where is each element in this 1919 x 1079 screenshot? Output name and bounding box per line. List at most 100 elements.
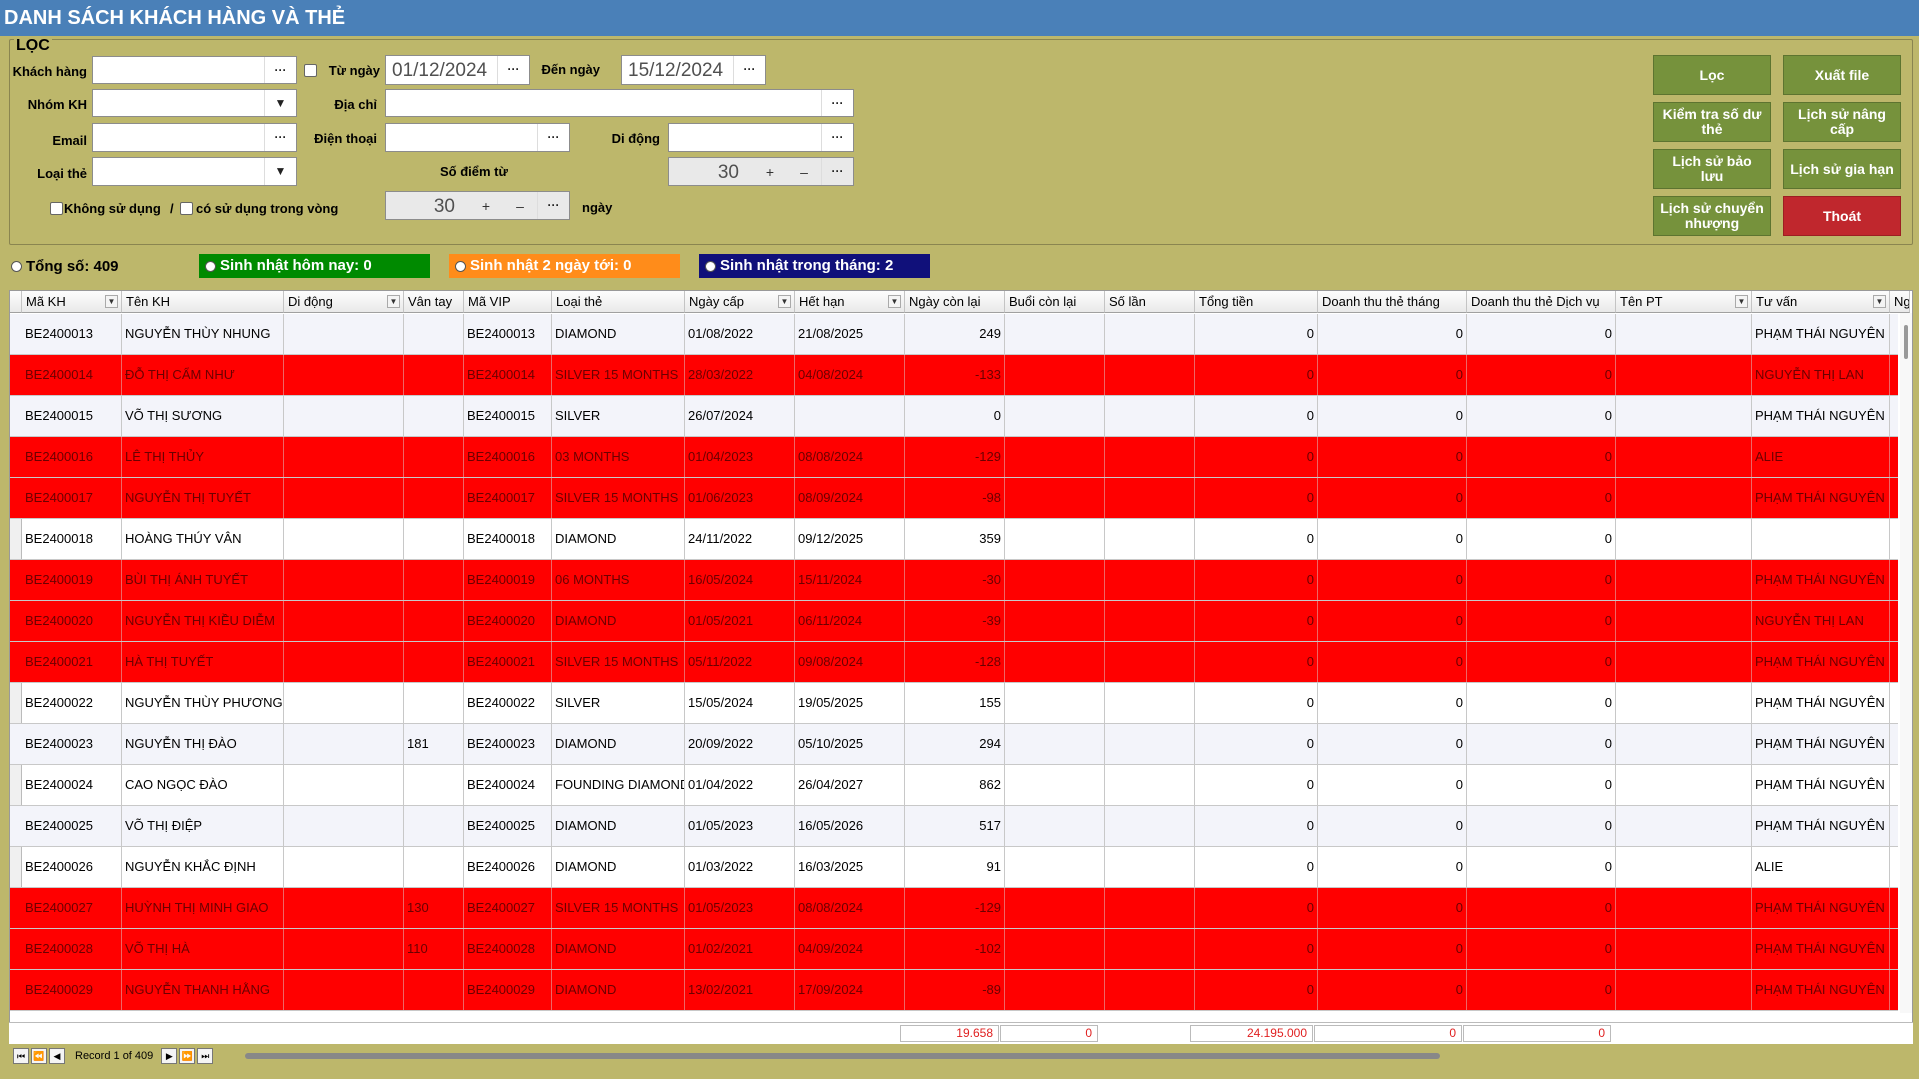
to-date-input[interactable]: 15/12/2024 ··· [621,55,766,85]
table-row[interactable]: BE2400028 VÕ THỊ HÀ 110 BE2400028 DIAMOND 01/… [10,929,1910,970]
vertical-scrollbar[interactable] [1900,313,1912,1013]
check-card-balance-button[interactable]: Kiểm tra số dư thẻ [1653,102,1771,142]
col-ma-kh-header[interactable]: Mã KH ▼ [22,291,122,313]
table-row[interactable]: BE2400019 BÙI THỊ ÁNH TUYẾT BE2400019 06 MO… [10,560,1910,601]
col-ten-kh-header[interactable]: Tên KH [122,291,284,313]
column-filter-icon[interactable]: ▼ [778,295,791,308]
table-row[interactable]: BE2400024 CAO NGỌC ĐÀO BE2400024 FOUNDING D… [10,765,1910,806]
col-dt-the-thang-header[interactable]: Doanh thu thẻ tháng [1318,291,1467,313]
unused-checkbox[interactable] [50,202,63,215]
points-more-button[interactable]: ··· [821,158,853,185]
email-lookup-button[interactable]: ··· [264,124,296,151]
customer-input[interactable]: ··· [92,56,297,84]
date-range-checkbox[interactable] [304,64,317,77]
address-input[interactable]: ··· [385,89,854,117]
col-tong-tien-header[interactable]: Tổng tiền [1195,291,1318,313]
table-row[interactable]: BE2400017 NGUYỄN THỊ TUYẾT BE2400017 SILVER… [10,478,1910,519]
export-file-button[interactable]: Xuất file [1783,55,1901,95]
table-row[interactable]: BE2400020 NGUYỄN THỊ KIỀU DIỄM BE2400020 DI… [10,601,1910,642]
mobile-lookup-button[interactable]: ··· [821,124,853,151]
col-di-dong-header[interactable]: Di động ▼ [284,291,404,313]
days-more-button[interactable]: ··· [537,192,569,219]
table-row[interactable]: BE2400023 NGUYỄN THỊ ĐÀO 181 BE2400023 DIAMO… [10,724,1910,765]
col-ma-vip-header[interactable]: Mã VIP [464,291,552,313]
birthday-2days-badge[interactable]: Sinh nhật 2 ngày tới: 0 [449,254,680,278]
chevron-down-icon[interactable]: ▼ [264,90,296,116]
birthday-today-radio[interactable] [205,260,216,272]
prev-record-button[interactable]: ◀ [49,1048,65,1064]
col-van-tay-header[interactable]: Vân tay [404,291,464,313]
col-ten-kh-cell: VÕ THỊ HÀ [122,929,284,969]
first-record-button[interactable]: ⏮ [13,1048,29,1064]
total-radio[interactable] [11,261,22,272]
used-within-checkbox[interactable] [180,202,193,215]
column-filter-icon[interactable]: ▼ [1873,295,1886,308]
from-date-button[interactable]: ··· [497,56,529,84]
table-row[interactable]: BE2400021 HÀ THỊ TUYẾT BE2400021 SILVER 15 … [10,642,1910,683]
points-spin-input[interactable]: 30 + – ··· [668,157,854,186]
col-buoi-con-lai-header[interactable]: Buổi còn lại [1005,291,1105,313]
customer-lookup-button[interactable]: ··· [264,57,296,83]
table-row[interactable]: BE2400027 HUỲNH THỊ MINH GIAO 130 BE2400027… [10,888,1910,929]
table-row[interactable]: BE2400016 LÊ THỊ THỦY BE2400016 03 MONTHS 01… [10,437,1910,478]
col-ten-pt-header[interactable]: Tên PT ▼ [1616,291,1752,313]
table-row[interactable]: BE2400015 VÕ THỊ SƯƠNG BE2400015 SILVER 26/0… [10,396,1910,437]
mobile-input[interactable]: ··· [668,123,854,152]
column-header-label: Tên PT [1620,294,1663,309]
col-di-dong-cell [284,396,404,436]
col-so-lan-cell [1105,355,1195,395]
column-filter-icon[interactable]: ▼ [1735,295,1748,308]
upgrade-history-button[interactable]: Lịch sử nâng cấp [1783,102,1901,142]
table-row[interactable]: BE2400022 NGUYỄN THÙY PHƯƠNG BE2400022 SILV… [10,683,1910,724]
table-row[interactable]: BE2400013 NGUYỄN THÙY NHUNG BE2400013 DIAMO… [10,314,1910,355]
column-filter-icon[interactable]: ▼ [387,295,400,308]
card-type-select[interactable]: ▼ [92,157,297,186]
birthday-2days-radio[interactable] [455,260,466,272]
chevron-down-icon[interactable]: ▼ [264,158,296,185]
transfer-history-button[interactable]: Lịch sử chuyển nhượng [1653,196,1771,236]
col-ngay-cap-header[interactable]: Ngày cấp ▼ [685,291,795,313]
to-date-button[interactable]: ··· [733,56,765,84]
phone-input[interactable]: ··· [385,123,570,152]
filter-button[interactable]: Lọc [1653,55,1771,95]
table-row[interactable]: BE2400025 VÕ THỊ ĐIỆP BE2400025 DIAMOND 01/0… [10,806,1910,847]
address-lookup-button[interactable]: ··· [821,90,853,116]
next-page-button[interactable]: ⏩ [179,1048,196,1064]
table-row[interactable]: BE2400029 NGUYỄN THANH HẰNG BE2400029 DIAMO… [10,970,1910,1011]
points-plus-button[interactable]: + [753,158,787,185]
last-record-button[interactable]: ⏭ [197,1048,214,1064]
birthday-month-badge[interactable]: Sinh nhật trong tháng: 2 [699,254,930,278]
days-minus-button[interactable]: – [503,192,537,219]
from-date-input[interactable]: 01/12/2024 ··· [385,55,530,85]
exit-button[interactable]: Thoát [1783,196,1901,236]
reserve-history-button[interactable]: Lịch sử bảo lưu [1653,149,1771,189]
horizontal-scroll-thumb[interactable] [245,1053,1440,1059]
days-spin-input[interactable]: 30 + – ··· [385,191,570,220]
birthday-month-radio[interactable] [705,260,716,272]
birthday-today-badge[interactable]: Sinh nhật hôm nay: 0 [199,254,430,278]
extend-history-button[interactable]: Lịch sử gia hạn [1783,149,1901,189]
col-het-han-header[interactable]: Hết hạn ▼ [795,291,905,313]
vertical-scroll-thumb[interactable] [1904,325,1908,359]
col-ng-header[interactable]: Ng [1890,291,1910,313]
phone-lookup-button[interactable]: ··· [537,124,569,151]
col-loai-the-header[interactable]: Loại thẻ [552,291,685,313]
email-input[interactable]: ··· [92,123,297,152]
col-dt-the-dich-vu-header[interactable]: Doanh thu thẻ Dịch vụ [1467,291,1616,313]
points-minus-button[interactable]: – [787,158,821,185]
table-row[interactable]: BE2400026 NGUYỄN KHẮC ĐỊNH BE2400026 DIAMON… [10,847,1910,888]
customer-group-select[interactable]: ▼ [92,89,297,117]
days-plus-button[interactable]: + [469,192,503,219]
col-dt-the-dich-vu-cell: 0 [1467,970,1616,1010]
column-filter-icon[interactable]: ▼ [105,295,118,308]
column-header-label: Số lần [1109,294,1146,309]
col-so-lan-header[interactable]: Số lần [1105,291,1195,313]
next-record-button[interactable]: ▶ [161,1048,178,1064]
col-ngay-con-lai-header[interactable]: Ngày còn lại [905,291,1005,313]
prev-page-button[interactable]: ⏪ [31,1048,47,1064]
column-filter-icon[interactable]: ▼ [888,295,901,308]
customer-grid[interactable]: Mã KH ▼ Tên KH Di động ▼ Vân tay Mã VIP Loại th… [9,290,1913,1044]
table-row[interactable]: BE2400018 HOÀNG THÚY VÂN BE2400018 DIAMOND 2… [10,519,1910,560]
table-row[interactable]: BE2400014 ĐỖ THỊ CẨM NHƯ BE2400014 SILVER 1… [10,355,1910,396]
col-tu-van-header[interactable]: Tư vấn ▼ [1752,291,1890,313]
